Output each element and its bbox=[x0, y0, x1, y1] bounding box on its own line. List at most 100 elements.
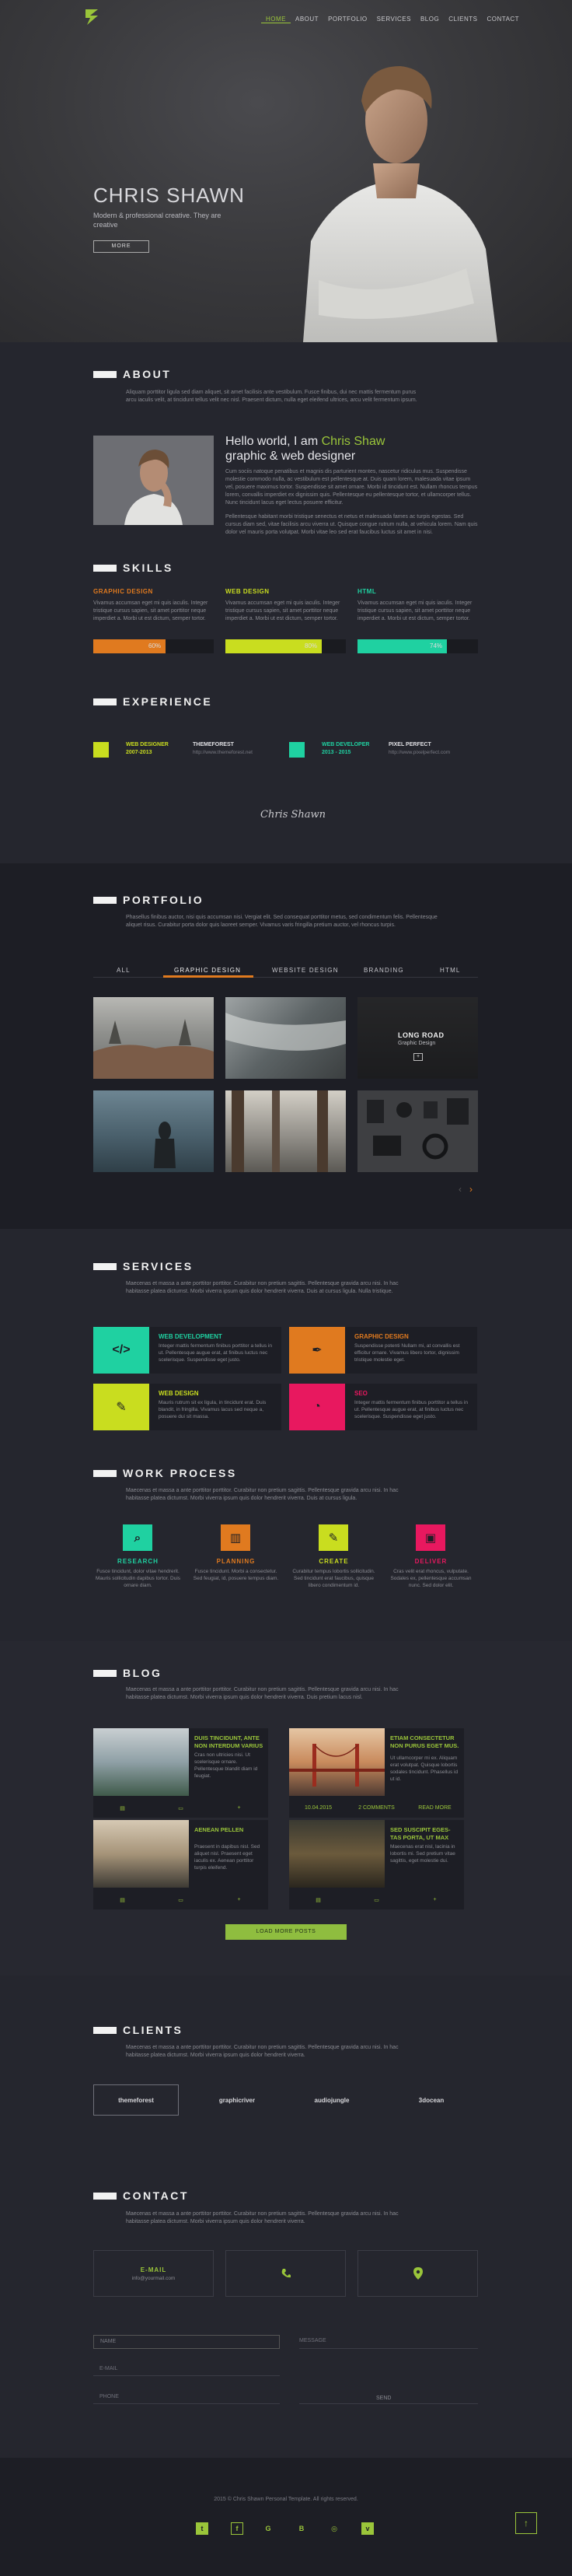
hero-name: CHRIS SHAWN bbox=[93, 184, 245, 207]
blog-post[interactable]: AENEAN PELLEN Praesent in dapibus nisl. S… bbox=[93, 1820, 268, 1909]
blog-post-footer: 10.04.2015 2 COMMENTS READ MORE bbox=[289, 1798, 464, 1818]
experience-company: THEMEFOREST bbox=[193, 742, 234, 747]
google-plus-icon[interactable]: G bbox=[262, 2522, 274, 2535]
portfolio-item[interactable] bbox=[93, 997, 214, 1079]
blog-post[interactable]: DUIS TINCIDUNT, ANTE NON INTERDUM VARIUS… bbox=[93, 1728, 268, 1818]
experience-url[interactable]: http://www.themeforest.net bbox=[193, 750, 253, 755]
nav-item-home[interactable]: HOME bbox=[261, 16, 291, 23]
phone-underline bbox=[93, 2403, 280, 2404]
send-button[interactable]: SEND bbox=[376, 2396, 391, 2401]
blog-post-image[interactable] bbox=[289, 1820, 385, 1888]
about-title: ABOUT bbox=[93, 368, 171, 380]
service-name: SEO bbox=[354, 1390, 368, 1397]
plus-icon[interactable]: + bbox=[210, 1897, 268, 1902]
zoom-icon[interactable]: + bbox=[413, 1053, 423, 1061]
next-arrow-icon[interactable]: › bbox=[469, 1184, 473, 1195]
process-step-text: Curabitur tempus lobortis sollicitudin. … bbox=[292, 1569, 375, 1588]
skill-text: Vivamus accumsan eget mi quis iaculis. I… bbox=[358, 600, 473, 621]
about-body-1: Cum sociis natoque penatibus et magnis d… bbox=[225, 469, 478, 506]
portfolio-item-hover[interactable]: LONG ROAD Graphic Design + bbox=[358, 997, 478, 1079]
prev-arrow-icon[interactable]: ‹ bbox=[459, 1184, 462, 1195]
phone-icon bbox=[281, 2269, 291, 2278]
calendar-icon: ▤ bbox=[316, 1897, 321, 1903]
name-field[interactable]: NAME bbox=[93, 2335, 280, 2349]
nav-item-about[interactable]: ABOUT bbox=[291, 16, 323, 23]
service-text: Integer mattis fermentum finibus porttit… bbox=[159, 1343, 272, 1363]
copyright: 2015 © Chris Shawn Personal Template. Al… bbox=[214, 2497, 358, 2502]
portfolio-item[interactable] bbox=[358, 1090, 478, 1172]
blog-post[interactable]: ETIAM CONSECTETUR NON PURUS EGET MUS. Ut … bbox=[289, 1728, 464, 1818]
nav-item-portfolio[interactable]: PORTFOLIO bbox=[323, 16, 372, 23]
service-name: GRAPHIC DESIGN bbox=[354, 1333, 409, 1340]
blog-post-title[interactable]: DUIS TINCIDUNT, ANTE NON INTERDUM VARIUS bbox=[194, 1734, 264, 1750]
experience-url[interactable]: http://www.pixelperfect.com bbox=[389, 750, 450, 755]
process-step-name: CREATE bbox=[319, 1558, 349, 1565]
hero-portrait-image bbox=[303, 66, 497, 342]
skill-text: Vivamus accumsan eget mi quis iaculis. I… bbox=[225, 600, 340, 621]
phone-field[interactable]: PHONE bbox=[99, 2394, 119, 2399]
nav-item-services[interactable]: SERVICES bbox=[372, 16, 416, 23]
blog-post-footer: ▤ ▭ + bbox=[289, 1890, 464, 1909]
about-body-2: Pellentesque habitant morbi tristique se… bbox=[225, 514, 478, 535]
skill-bar: 74% bbox=[358, 639, 478, 653]
comment-icon[interactable]: ▭ bbox=[152, 1897, 210, 1903]
blog-post-title[interactable]: ETIAM CONSECTETUR NON PURUS EGET MUS. bbox=[390, 1734, 460, 1750]
blog-post[interactable]: SED SUSCIPIT EGES- TAS PORTA, UT MAX Maec… bbox=[289, 1820, 464, 1909]
behance-icon[interactable]: B bbox=[295, 2522, 308, 2535]
blog-post-excerpt: Maecenas erat nisl, lacinia in lobortis … bbox=[390, 1844, 455, 1864]
read-more-link[interactable]: READ MORE bbox=[406, 1805, 464, 1811]
clients-title: CLIENTS bbox=[93, 2024, 183, 2036]
tab-html[interactable]: HTML bbox=[440, 967, 461, 974]
blog-post-image[interactable] bbox=[289, 1728, 385, 1796]
comment-icon[interactable]: ▭ bbox=[152, 1805, 210, 1811]
contact-phone-box[interactable] bbox=[225, 2250, 346, 2297]
services-title: SERVICES bbox=[93, 1260, 194, 1272]
vimeo-icon[interactable]: v bbox=[361, 2522, 374, 2535]
load-more-button[interactable]: LOAD MORE POSTS bbox=[225, 1924, 347, 1940]
blog-post-image[interactable] bbox=[93, 1728, 189, 1796]
service-text: Mauris rutrum sit ex ligula, in tincidun… bbox=[159, 1400, 267, 1419]
plus-icon[interactable]: + bbox=[406, 1897, 464, 1902]
email-field[interactable]: E-MAIL bbox=[99, 2366, 117, 2371]
more-button[interactable]: MORE bbox=[93, 240, 149, 253]
contact-location-box[interactable] bbox=[358, 2250, 478, 2297]
back-to-top-icon[interactable]: ↑ bbox=[515, 2512, 537, 2534]
tabs-divider bbox=[93, 977, 478, 978]
tab-all[interactable]: ALL bbox=[117, 967, 131, 974]
contact-email-box[interactable]: E-MAIL info@yourmail.com bbox=[93, 2250, 214, 2297]
tab-graphic-design[interactable]: GRAPHIC DESIGN bbox=[174, 967, 241, 974]
work-process-title: WORK PROCESS bbox=[93, 1467, 237, 1479]
blog-post-title[interactable]: SED SUSCIPIT EGES- TAS PORTA, UT MAX bbox=[390, 1826, 460, 1842]
facebook-icon[interactable]: f bbox=[231, 2522, 243, 2535]
blog-post-image[interactable] bbox=[93, 1820, 189, 1888]
nav-item-clients[interactable]: CLIENTS bbox=[444, 16, 482, 23]
portfolio-title: PORTFOLIO bbox=[93, 894, 204, 906]
comment-icon[interactable]: ▭ bbox=[347, 1897, 406, 1903]
tile-category: Graphic Design bbox=[398, 1041, 436, 1046]
twitter-icon[interactable]: t bbox=[196, 2522, 208, 2535]
blog-title: BLOG bbox=[93, 1667, 162, 1679]
logo-icon[interactable] bbox=[84, 8, 99, 26]
portfolio-item[interactable] bbox=[93, 1090, 214, 1172]
skill-bar: 60% bbox=[93, 639, 214, 653]
calendar-icon: ▤ bbox=[120, 1897, 125, 1903]
blog-post-comments[interactable]: 2 COMMENTS bbox=[347, 1805, 406, 1811]
tab-website-design[interactable]: WEBSITE DESIGN bbox=[272, 967, 339, 974]
message-field[interactable]: MESSAGE bbox=[299, 2338, 326, 2343]
title-bar bbox=[93, 370, 117, 378]
portfolio-item[interactable] bbox=[225, 997, 346, 1079]
dribbble-icon[interactable]: ◎ bbox=[328, 2522, 340, 2535]
tab-branding[interactable]: BRANDING bbox=[364, 967, 404, 974]
client-logo-themeforest[interactable]: themeforest bbox=[93, 2084, 179, 2116]
blog-post-title[interactable]: AENEAN PELLEN bbox=[194, 1826, 264, 1834]
clients-intro: Maecenas et massa a ante porttitor portt… bbox=[126, 2045, 399, 2058]
client-logo-3docean[interactable]: 3docean bbox=[389, 2084, 474, 2116]
nav-item-contact[interactable]: CONTACT bbox=[483, 16, 525, 23]
contact-title: CONTACT bbox=[93, 2189, 189, 2202]
about-intro: Aliquam porttitor ligula sed diam alique… bbox=[126, 390, 417, 403]
nav-item-blog[interactable]: BLOG bbox=[416, 16, 444, 23]
portfolio-item[interactable] bbox=[225, 1090, 346, 1172]
client-logo-audiojungle[interactable]: audiojungle bbox=[289, 2084, 375, 2116]
client-logo-graphicriver[interactable]: graphicriver bbox=[194, 2084, 280, 2116]
plus-icon[interactable]: + bbox=[210, 1805, 268, 1811]
